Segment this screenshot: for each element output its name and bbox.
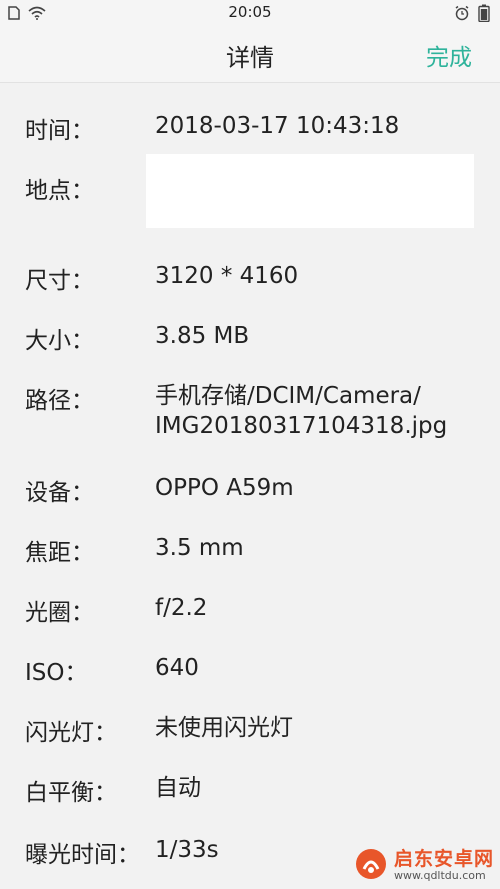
detail-label: ISO：: [25, 660, 88, 686]
status-right-icons: [454, 4, 490, 26]
detail-label: 地点：: [25, 178, 94, 204]
site-watermark: 启东安卓网 www.qdltdu.com: [354, 847, 494, 885]
detail-label: 尺寸：: [25, 268, 94, 294]
detail-value-line: 3.5 mm: [155, 535, 244, 561]
detail-label: 时间：: [25, 118, 94, 144]
location-value-box: [146, 154, 474, 228]
detail-value-line: 未使用闪光灯: [155, 715, 293, 741]
detail-value: 3.85 MB: [155, 321, 485, 351]
watermark-title: 启东安卓网: [393, 848, 494, 871]
detail-value: 手机存储/DCIM/Camera/ IMG20180317104318.jpg: [155, 381, 485, 441]
battery-icon: [478, 4, 490, 26]
page-title: 详情: [226, 44, 274, 72]
detail-value: OPPO A59m: [155, 473, 485, 503]
detail-value: f/2.2: [155, 593, 485, 623]
alarm-icon: [454, 5, 470, 25]
detail-value-line: 640: [155, 655, 199, 681]
detail-value-line: 2018-03-17 10:43:18: [155, 113, 400, 139]
watermark-logo-icon: [354, 847, 388, 885]
detail-label: 光圈：: [25, 600, 94, 626]
status-bar: 20:05: [0, 0, 500, 26]
done-button[interactable]: 完成: [426, 38, 472, 72]
watermark-text: 启东安卓网 www.qdltdu.com: [393, 848, 494, 883]
detail-label: 大小：: [25, 328, 94, 354]
detail-value: 自动: [155, 773, 485, 803]
detail-value-line: 3.85 MB: [155, 323, 250, 349]
detail-label: 焦距：: [25, 540, 94, 566]
detail-value: 2018-03-17 10:43:18: [155, 111, 485, 141]
detail-value-line: 手机存储/DCIM/Camera/: [155, 383, 421, 409]
detail-value: 未使用闪光灯: [155, 713, 485, 743]
detail-label: 曝光时间：: [25, 842, 140, 868]
detail-value-line: 自动: [155, 775, 201, 801]
detail-value: 3120 * 4160: [155, 261, 485, 291]
watermark-url: www.qdltdu.com: [393, 869, 486, 883]
nav-bar: 详情 完成: [0, 26, 500, 83]
detail-label: 设备：: [25, 480, 94, 506]
detail-label: 白平衡：: [25, 780, 117, 806]
detail-value-line: 3120 * 4160: [155, 263, 299, 289]
detail-value-line: f/2.2: [155, 595, 208, 621]
detail-label: 路径：: [25, 388, 94, 414]
detail-label: 闪光灯：: [25, 720, 117, 746]
detail-value: 640: [155, 653, 485, 683]
detail-value-line: OPPO A59m: [155, 475, 294, 501]
detail-value-line: IMG20180317104318.jpg: [155, 413, 448, 439]
detail-value: 3.5 mm: [155, 533, 485, 563]
status-time: 20:05: [228, 3, 272, 21]
